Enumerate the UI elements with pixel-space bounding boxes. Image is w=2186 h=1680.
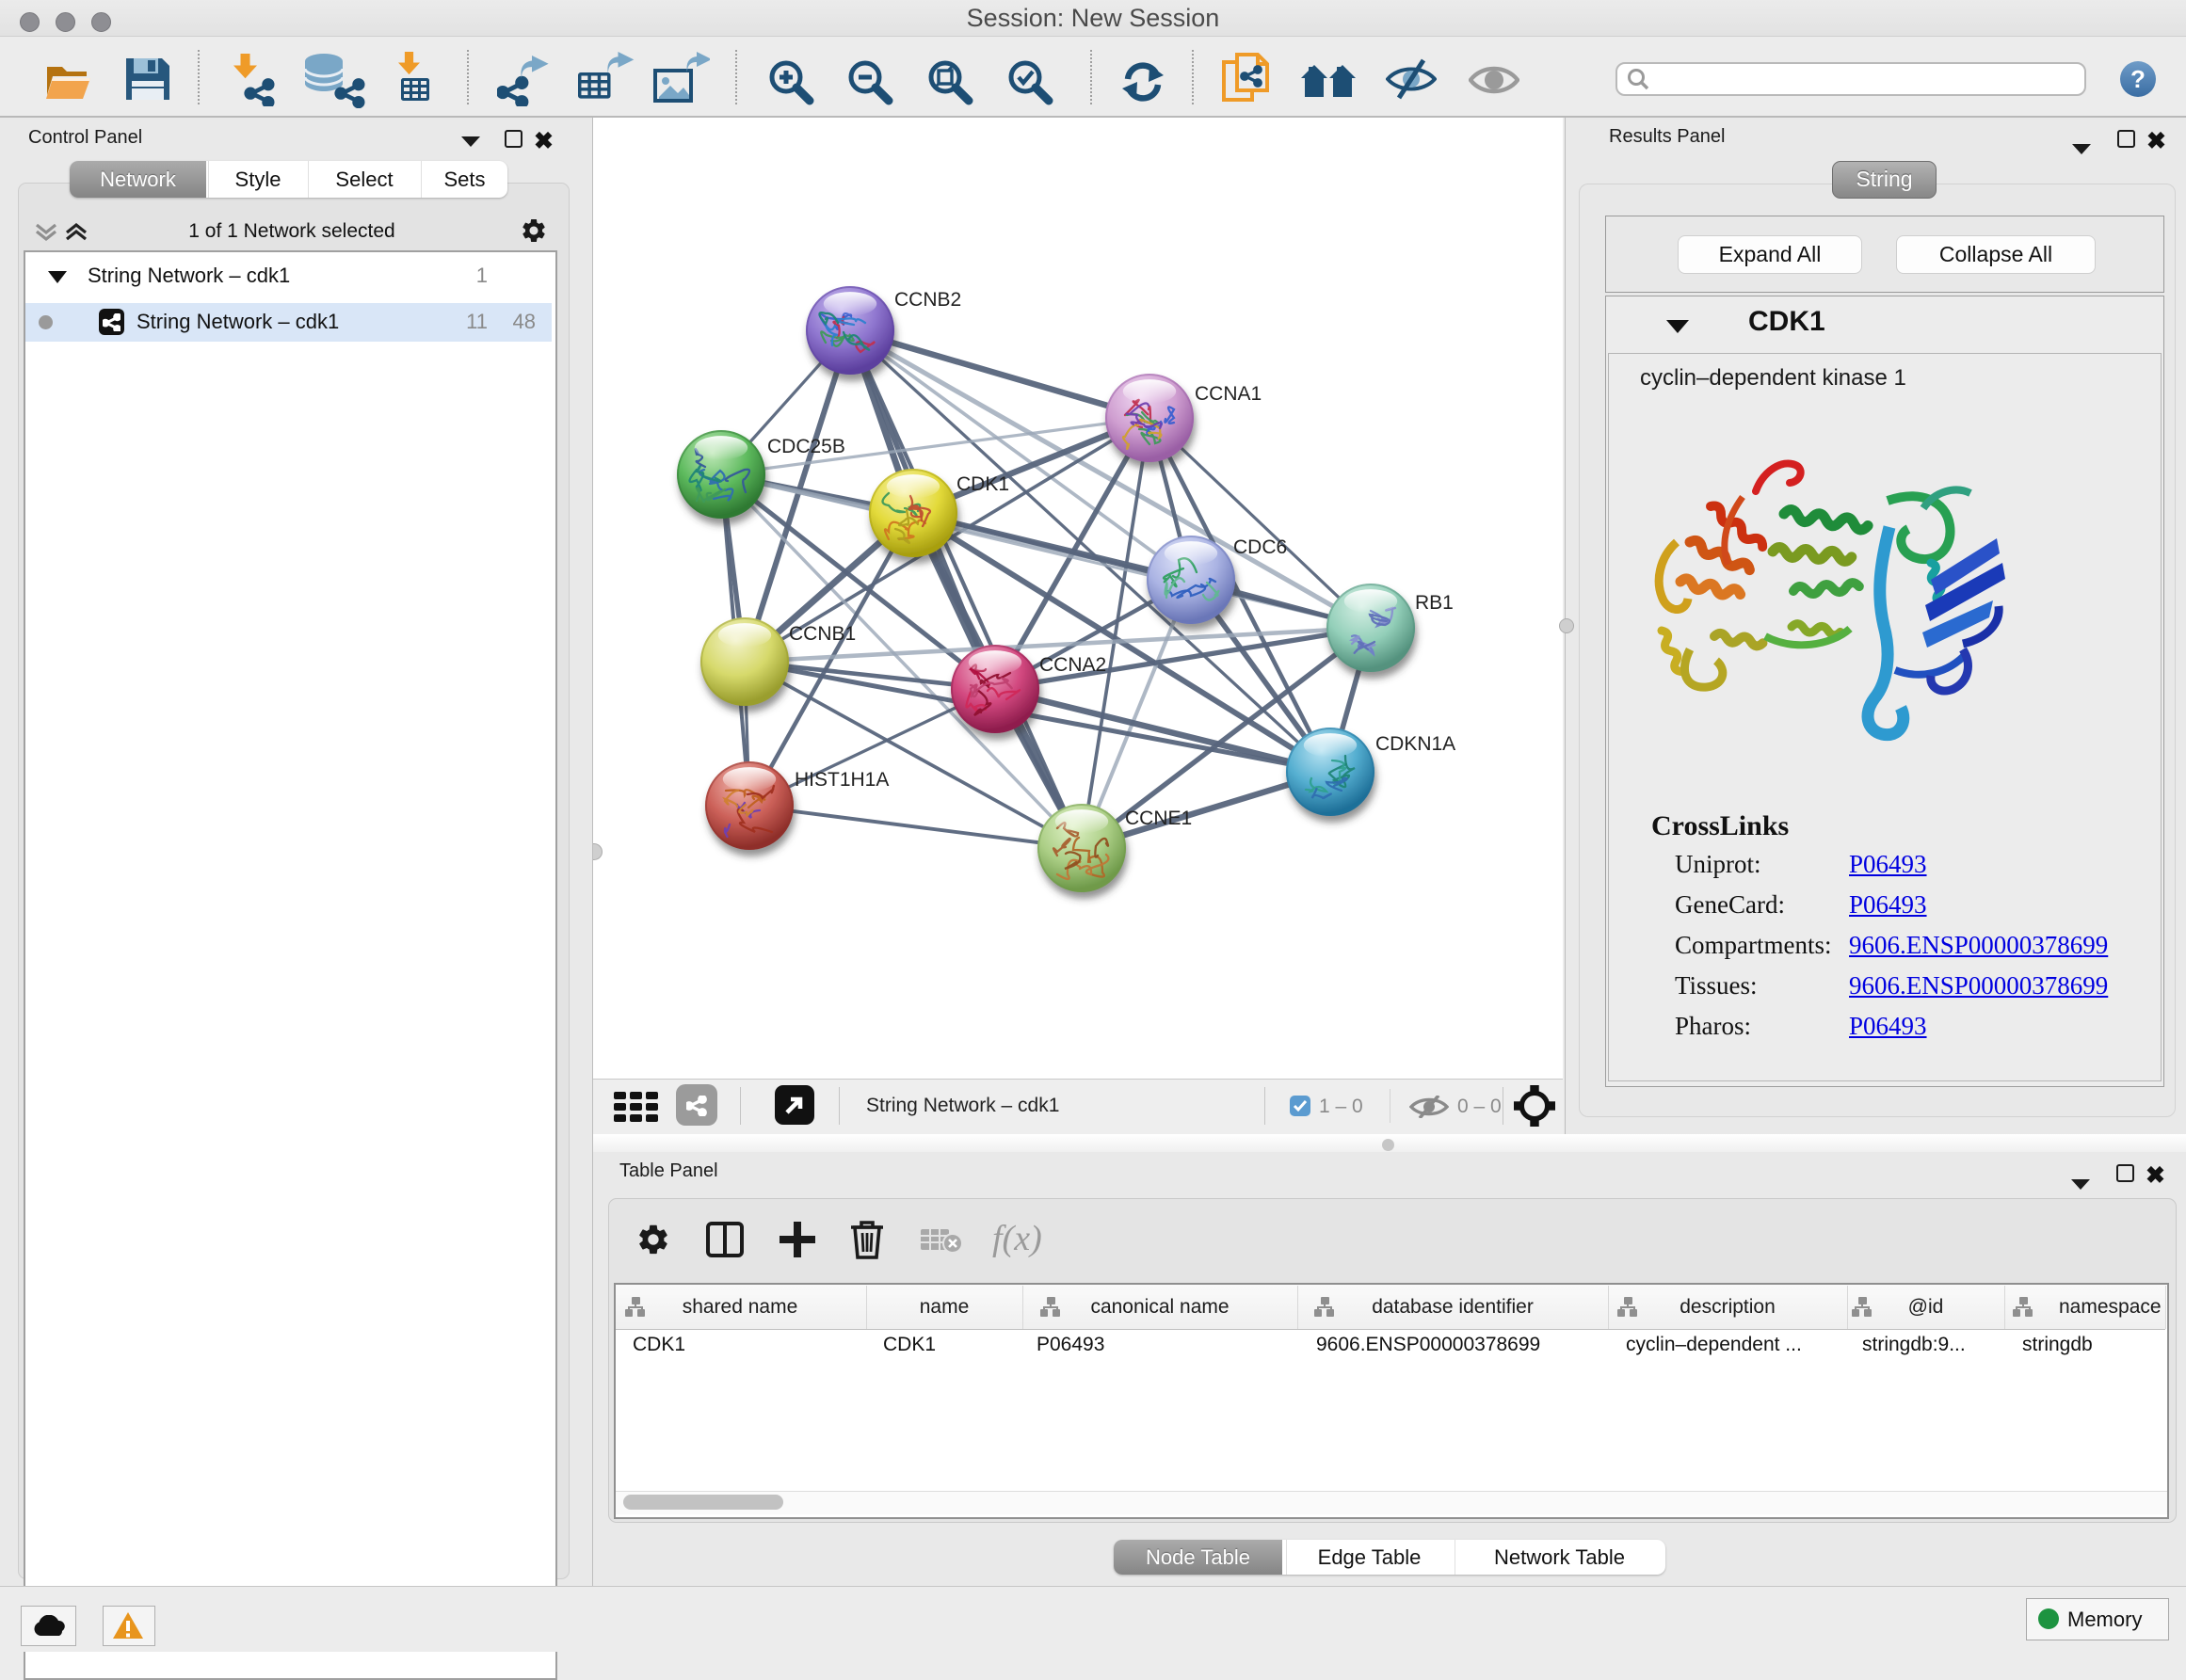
svg-text:CCNA1: CCNA1 [1195, 383, 1262, 405]
svg-text:CCNB2: CCNB2 [894, 289, 961, 311]
svg-text:CCNA2: CCNA2 [1039, 654, 1106, 676]
svg-text:HIST1H1A: HIST1H1A [795, 769, 889, 791]
svg-text:CDC25B: CDC25B [767, 436, 845, 457]
svg-text:RB1: RB1 [1415, 592, 1454, 614]
svg-text:CCNE1: CCNE1 [1125, 808, 1192, 829]
svg-text:CDKN1A: CDKN1A [1375, 733, 1455, 755]
svg-text:CDK1: CDK1 [956, 473, 1009, 495]
svg-text:CCNB1: CCNB1 [789, 623, 856, 645]
svg-text:CDC6: CDC6 [1233, 536, 1287, 558]
